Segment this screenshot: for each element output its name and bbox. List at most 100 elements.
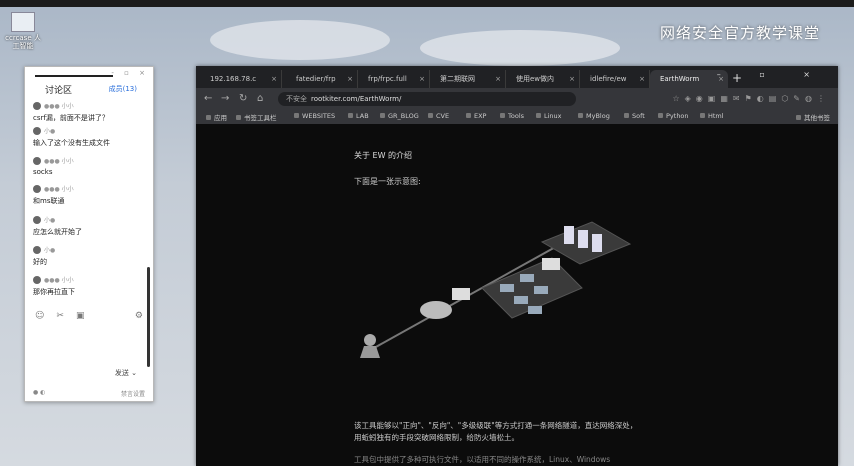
bookmark-item[interactable]: Linux xyxy=(536,112,562,120)
home-icon[interactable]: ⌂ xyxy=(257,93,263,104)
tab-indicator xyxy=(35,75,113,77)
browser-tab[interactable]: fatedier/frp × xyxy=(282,70,358,88)
avatar xyxy=(33,184,41,193)
url-text: rootkiter.com/EarthWorm/ xyxy=(311,95,402,103)
chat-scrollbar[interactable] xyxy=(147,267,150,367)
network-diagram xyxy=(360,221,632,358)
window-controls[interactable]: – ▫ × xyxy=(717,70,828,79)
avatar xyxy=(33,215,41,224)
chat-message: ●●● 小小 socks xyxy=(33,156,145,176)
close-icon[interactable]: × xyxy=(419,70,425,88)
description-line: 该工具能够以"正向"、"反向"、"多级级联"等方式打通一条网络隧道，直达网络深处… xyxy=(354,421,638,430)
top-bar xyxy=(0,0,854,7)
avatar xyxy=(33,126,41,135)
mute-settings[interactable]: 禁言设置 xyxy=(121,389,145,398)
bookmark-item[interactable]: Soft xyxy=(624,112,645,120)
message-text: 输入了这个没有生成文件 xyxy=(33,139,110,147)
bookmark-item[interactable]: Python xyxy=(658,112,689,120)
message-text: csrf漏，前面不是讲了？ xyxy=(33,114,109,122)
message-text: 和ms联通 xyxy=(33,197,65,205)
bookmark-item[interactable]: 其他书签 xyxy=(796,112,830,122)
bookmark-item[interactable]: GR_BLOG xyxy=(380,112,419,120)
message-text: 应怎么就开始了 xyxy=(33,228,82,236)
chat-message: 小● 应怎么就开始了 xyxy=(33,215,145,237)
chat-message: ●●● 小小 那你再拉直下 xyxy=(33,275,145,297)
bookmark-item[interactable]: EXP xyxy=(466,112,486,120)
chat-panel: - ▫ × 讨论区 成员(13) ●●● 小小 csrf漏，前面不是讲了？ 小●… xyxy=(24,66,154,402)
tab-label: 第二期联网 xyxy=(440,75,475,83)
server-icon xyxy=(564,226,574,244)
server-icon xyxy=(578,230,588,248)
member-count[interactable]: 成员(13) xyxy=(109,84,137,94)
message-text: socks xyxy=(33,168,53,176)
close-icon[interactable]: × xyxy=(271,70,277,88)
bookmark-item[interactable]: 应用 xyxy=(206,112,227,122)
bookmark-item[interactable]: Tools xyxy=(500,112,524,120)
intro-text: 下面是一张示意图: xyxy=(354,177,421,186)
desktop-icon[interactable]: ccrcase 人工智能 xyxy=(2,12,44,50)
send-label: 发送 xyxy=(114,369,129,377)
back-icon[interactable]: ← xyxy=(204,93,212,104)
chat-message: 小● 输入了这个没有生成文件 xyxy=(33,126,145,148)
bookmark-item[interactable]: Html xyxy=(700,112,724,120)
tab-label: EarthWorm xyxy=(660,75,700,83)
tab-label: 192.168.78.c xyxy=(210,75,257,83)
close-icon[interactable]: × xyxy=(569,70,575,88)
host-icon xyxy=(520,274,534,282)
browser-tab[interactable]: frp/frpc.full × xyxy=(358,70,430,88)
address-bar: ← → ↻ ⌂ 不安全 rootkiter.com/EarthWorm/ ☆◈◉▣… xyxy=(196,88,838,110)
chat-footer: ● ◐ 禁言设置 xyxy=(33,389,145,398)
host-icon xyxy=(514,296,528,304)
browser-tab[interactable]: 192.168.78.c × xyxy=(200,70,282,88)
tab-strip: 192.168.78.c × fatedier/frp × frp/frpc.ful… xyxy=(196,66,838,88)
bookmark-item[interactable]: CVE xyxy=(428,112,449,120)
bookmark-item[interactable]: WEBSITES xyxy=(294,112,335,120)
message-user: ●●● 小小 xyxy=(44,103,74,110)
browser-window: 192.168.78.c × fatedier/frp × frp/frpc.ful… xyxy=(196,66,838,466)
chat-toolbar: ☺ ✂ ▣ ⚙ xyxy=(35,311,143,321)
close-icon[interactable]: × xyxy=(495,70,501,88)
message-user: 小● xyxy=(44,128,56,135)
avatar xyxy=(33,156,41,165)
chat-message: ●●● 小小 和ms联通 xyxy=(33,184,145,206)
section-heading: 关于 EW 的介绍 xyxy=(354,151,413,160)
insecure-label: 不安全 xyxy=(286,95,307,103)
emoji-icon[interactable]: ☺ xyxy=(35,311,44,321)
description-line: 用蚯蚓独有的手段突破网络限制，给防火墙松土。 xyxy=(354,433,519,442)
url-field[interactable]: 不安全 rootkiter.com/EarthWorm/ xyxy=(278,92,576,106)
description-line: 工具包中提供了多种可执行文件，以适用不同的操作系统，Linux、Windows xyxy=(354,455,611,464)
message-text: 那你再拉直下 xyxy=(33,288,75,296)
cloud-icon xyxy=(420,301,452,319)
attacker-body xyxy=(360,346,380,358)
chat-message: 小● 好的 xyxy=(33,245,145,267)
close-icon[interactable]: × xyxy=(639,70,645,88)
browser-tab[interactable]: 使用ew做内 × xyxy=(506,70,580,88)
bookmark-item[interactable]: LAB xyxy=(348,112,369,120)
message-user: ●●● 小小 xyxy=(44,158,74,165)
window-controls[interactable]: - ▫ × xyxy=(111,69,149,77)
scissors-icon[interactable]: ✂ xyxy=(56,311,64,321)
watermark: 网络安全官方教学课堂 xyxy=(659,24,820,42)
desktop-icon-label: ccrcase 人工智能 xyxy=(5,34,41,50)
message-user: 小● xyxy=(44,247,56,254)
attacker-icon xyxy=(364,334,376,346)
avatar xyxy=(33,245,41,254)
message-text: 好的 xyxy=(33,258,47,266)
send-button[interactable]: 发送 ⌄ xyxy=(115,368,137,378)
extension-icons[interactable]: ☆◈◉▣▦✉⚑◐▤⬡✎◍⋮ xyxy=(672,94,830,103)
host-icon xyxy=(500,284,514,292)
bookmark-item[interactable]: 书签工具栏 xyxy=(236,112,277,122)
forward-icon[interactable]: → xyxy=(221,93,229,104)
browser-tab[interactable]: idlefire/ew × xyxy=(580,70,650,88)
close-icon[interactable]: × xyxy=(347,70,353,88)
footer-icons[interactable]: ● ◐ xyxy=(33,389,45,398)
browser-tab[interactable]: 第二期联网 × xyxy=(430,70,506,88)
bookmark-item[interactable]: MyBlog xyxy=(578,112,610,120)
host-icon xyxy=(534,286,548,294)
settings-icon[interactable]: ⚙ xyxy=(135,311,143,321)
image-icon[interactable]: ▣ xyxy=(76,311,85,321)
avatar xyxy=(33,101,41,110)
reload-icon[interactable]: ↻ xyxy=(239,93,247,104)
message-user: 小● xyxy=(44,217,56,224)
app-icon xyxy=(11,12,35,32)
